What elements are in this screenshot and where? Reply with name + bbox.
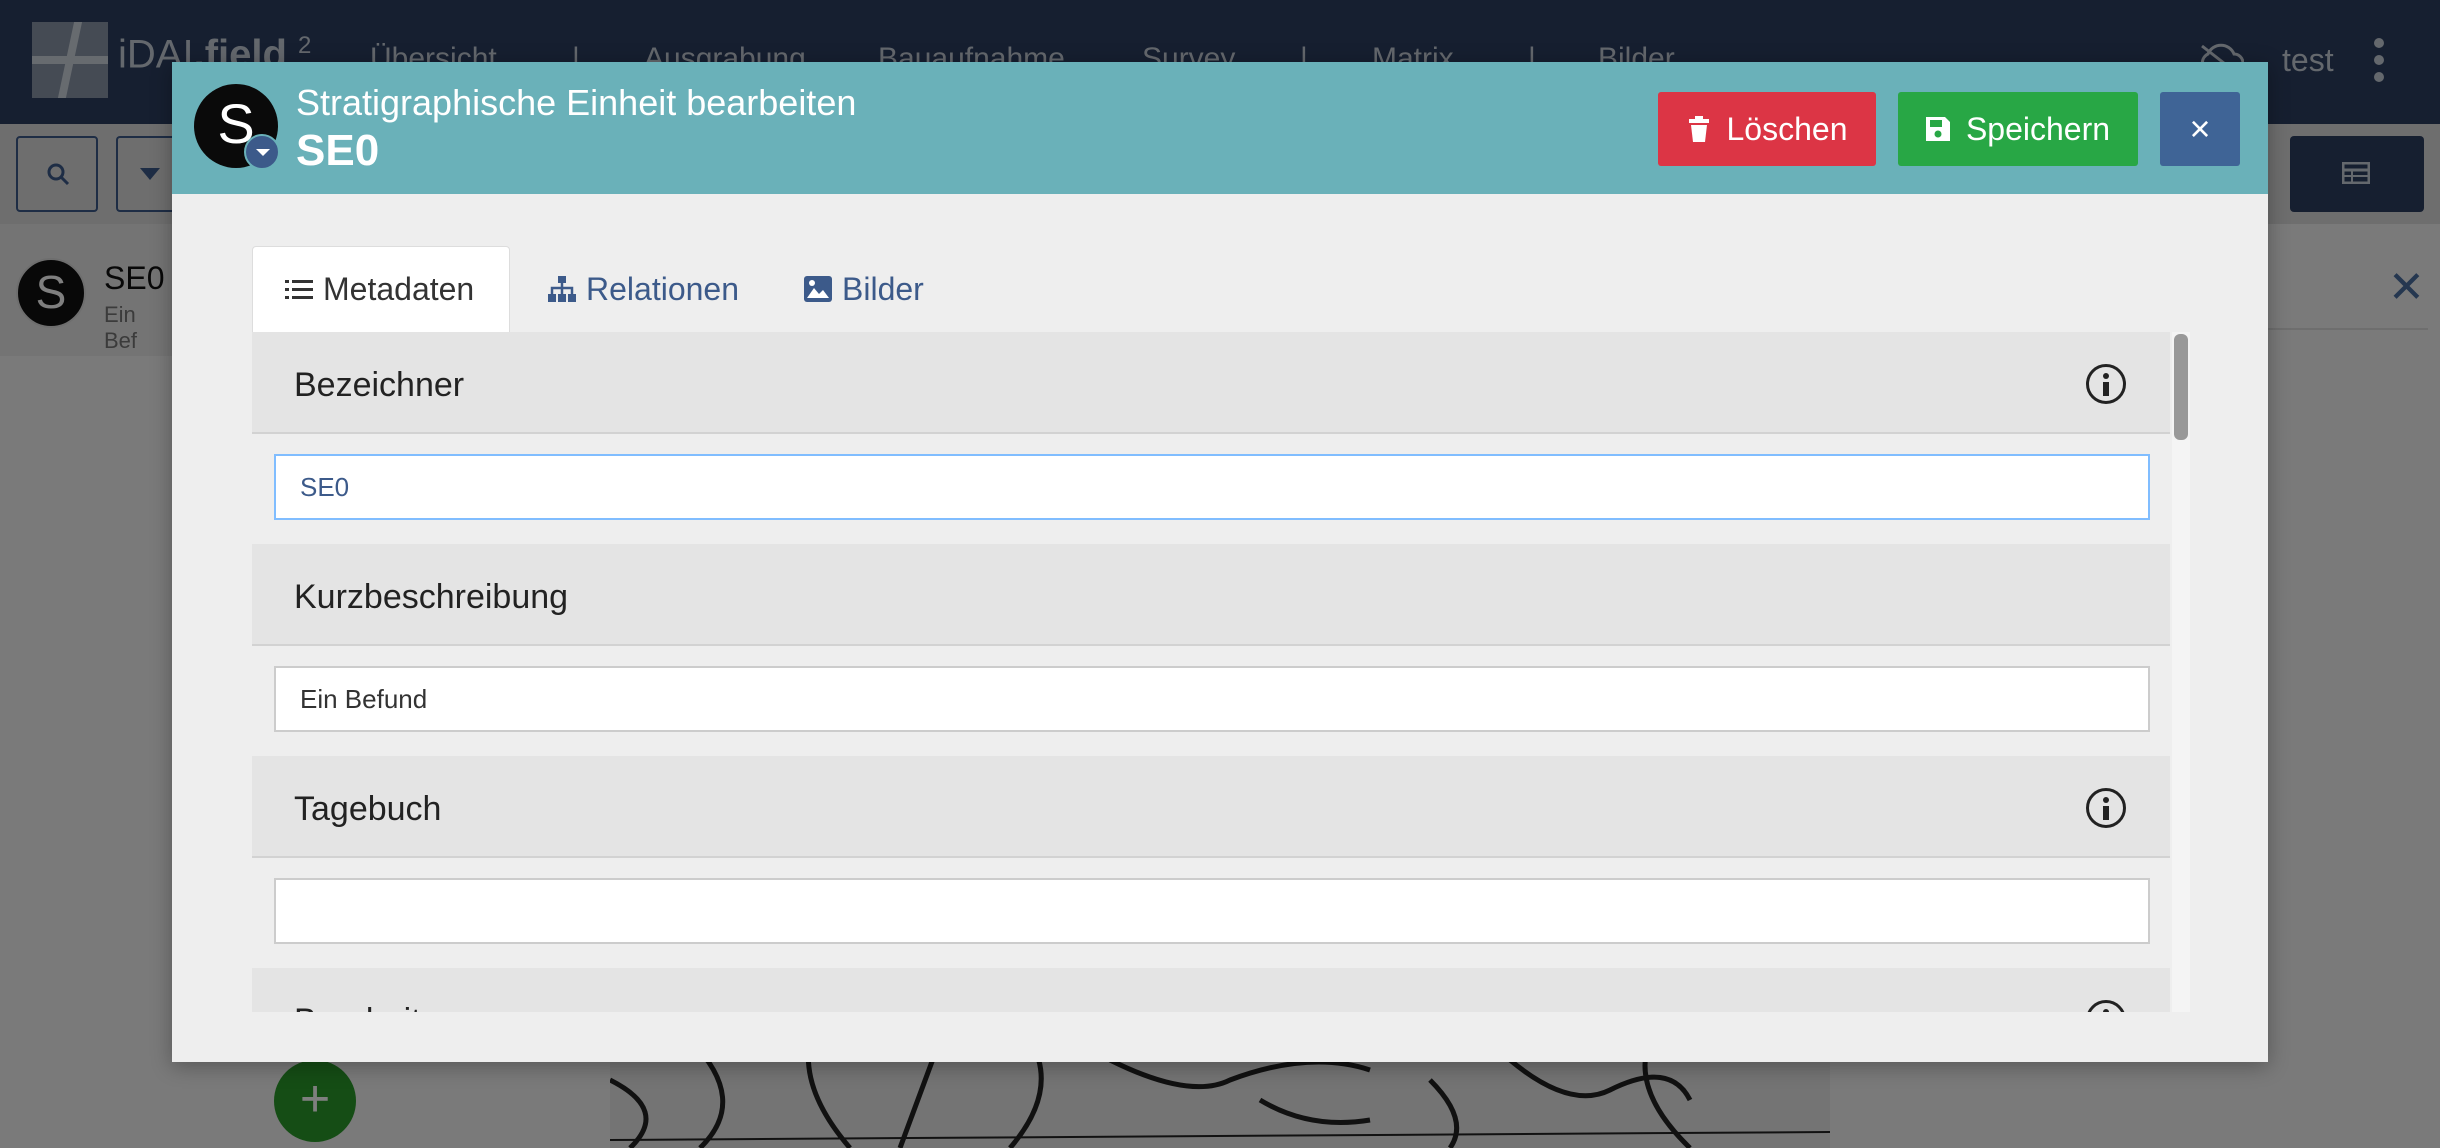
field-label: Tagebuch <box>294 790 442 828</box>
field-label: Bezeichner <box>294 366 465 404</box>
field-header-kurzbeschreibung: Kurzbeschreibung <box>252 544 2170 646</box>
delete-button[interactable]: Löschen <box>1658 92 1876 166</box>
caret-down-icon[interactable] <box>244 134 280 170</box>
field-header-tagebuch: Tagebuch <box>252 756 2170 858</box>
edit-dialog: S Stratigraphische Einheit bearbeiten SE… <box>172 62 2268 1062</box>
info-icon[interactable] <box>2086 788 2126 828</box>
tagebuch-input[interactable] <box>274 878 2150 944</box>
field-label: Bearbeiter <box>294 1002 451 1012</box>
floppy-disk-icon <box>1925 117 1950 141</box>
dialog-subtitle: Stratigraphische Einheit bearbeiten <box>296 82 857 123</box>
image-icon <box>804 276 832 302</box>
close-button[interactable]: × <box>2160 92 2240 166</box>
scrollbar-thumb[interactable] <box>2174 334 2188 440</box>
metadata-form[interactable]: Bezeichner Kurzbeschreibung Tagebuch Bea… <box>252 332 2170 1012</box>
info-icon[interactable] <box>2086 1000 2126 1012</box>
field-row-tagebuch <box>252 858 2170 968</box>
dialog-header: S Stratigraphische Einheit bearbeiten SE… <box>172 62 2268 194</box>
tab-label: Relationen <box>586 270 739 307</box>
delete-label: Löschen <box>1726 110 1848 147</box>
dialog-title: SE0 <box>296 126 380 175</box>
field-row-kurzbeschreibung <box>252 646 2170 756</box>
tab-metadaten[interactable]: Metadaten <box>252 246 510 332</box>
save-button[interactable]: Speichern <box>1898 92 2138 166</box>
field-header-bezeichner: Bezeichner <box>252 332 2170 434</box>
sitemap-icon <box>548 276 576 302</box>
list-icon <box>285 279 313 299</box>
info-icon[interactable] <box>2086 364 2126 404</box>
kurzbeschreibung-input[interactable] <box>274 666 2150 732</box>
tab-label: Metadaten <box>323 271 475 307</box>
tab-relationen[interactable]: Relationen <box>516 246 771 332</box>
field-row-bezeichner <box>252 434 2170 544</box>
tab-label: Bilder <box>842 270 924 307</box>
tab-bilder[interactable]: Bilder <box>772 246 956 332</box>
trash-icon <box>1688 116 1709 142</box>
bezeichner-input[interactable] <box>274 454 2150 520</box>
field-label: Kurzbeschreibung <box>294 578 569 616</box>
save-label: Speichern <box>1965 110 2111 147</box>
field-header-bearbeiter: Bearbeiter <box>252 968 2170 1012</box>
